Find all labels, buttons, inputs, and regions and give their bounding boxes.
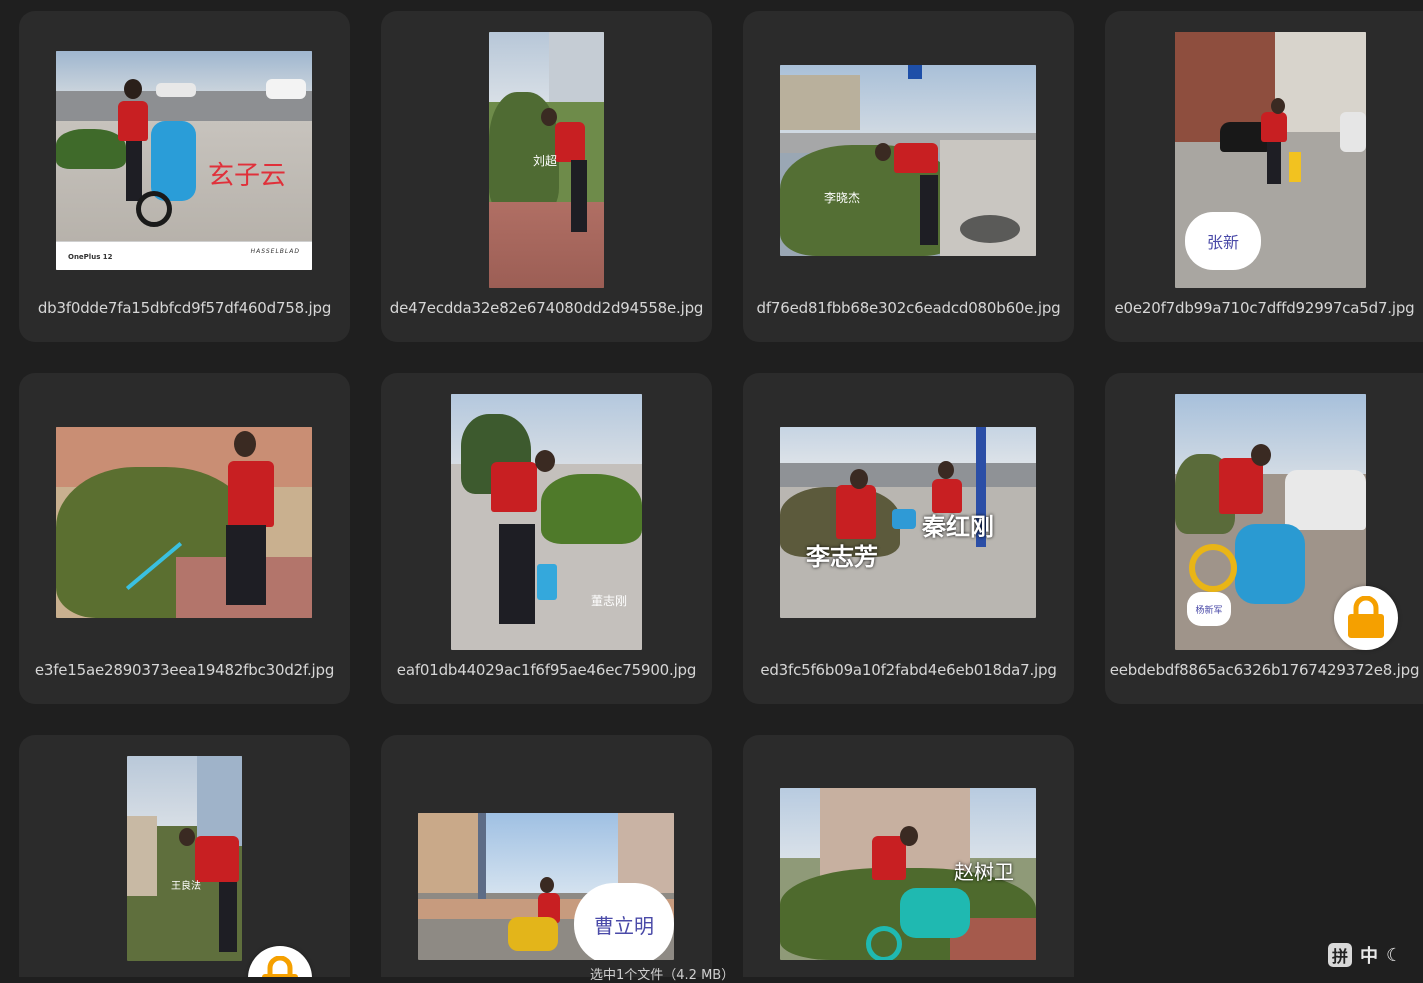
file-thumbnail — [56, 427, 312, 618]
file-card[interactable]: 秦红刚 李志芳 ed3fc5f6b09a10f2fabd4e6eb018da7.… — [743, 373, 1074, 704]
file-card[interactable]: 刘超 de47ecdda32e82e674080dd2d94558e.jpg — [381, 11, 712, 342]
file-name: df76ed81fbb68e302c6eadcd080b60e.jpg — [756, 299, 1061, 317]
photo-watermark-name: 刘超 — [533, 154, 558, 168]
camera-model-label: OnePlus 12 — [68, 253, 113, 261]
file-thumbnail: 玄子云 OnePlus 12 HASSELBLAD — [56, 51, 312, 270]
photo-watermark-name: 董志刚 — [591, 594, 628, 608]
file-name: db3f0dde7fa15dbfcd9f57df460d758.jpg — [37, 299, 332, 317]
file-name: e0e20f7db99a710c7dffd92997ca5d7.jpg — [1114, 299, 1415, 317]
lock-icon — [1348, 596, 1384, 638]
file-card[interactable]: 张新 e0e20f7db99a710c7dffd92997ca5d7.jpg — [1105, 11, 1423, 342]
file-card[interactable]: 李晓杰 df76ed81fbb68e302c6eadcd080b60e.jpg — [743, 11, 1074, 342]
file-card[interactable]: 曹立明 — [381, 735, 712, 977]
file-name: eaf01db44029ac1f6f95ae46ec75900.jpg — [396, 661, 697, 679]
photo-watermark-name: 赵树卫 — [954, 860, 1014, 884]
file-thumbnail: 董志刚 — [451, 394, 642, 650]
file-thumbnail: 李晓杰 — [780, 65, 1036, 256]
file-card[interactable]: 玄子云 OnePlus 12 HASSELBLAD db3f0dde7fa15d… — [19, 11, 350, 342]
file-thumbnail: 赵树卫 — [780, 788, 1036, 960]
lock-badge — [1334, 586, 1398, 650]
file-card[interactable]: 杨新军 eebdebdf8865ac6326b1767429372e8.jpg — [1105, 373, 1423, 704]
name-bubble: 曹立明 — [574, 883, 674, 960]
ime-mode-key[interactable]: 拼 — [1328, 943, 1352, 967]
file-thumbnail: 曹立明 — [418, 813, 674, 960]
file-thumbnail: 刘超 — [489, 32, 604, 288]
camera-brand-label: HASSELBLAD — [250, 248, 300, 255]
moon-icon[interactable]: ☾ — [1386, 945, 1402, 966]
file-card[interactable]: 董志刚 eaf01db44029ac1f6f95ae46ec75900.jpg — [381, 373, 712, 704]
file-card[interactable]: 赵树卫 — [743, 735, 1074, 977]
photo-watermark-name: 王良法 — [171, 881, 201, 892]
lock-badge-partial — [248, 946, 312, 977]
ime-language-toggle[interactable]: 中 — [1360, 942, 1378, 968]
lock-icon — [262, 956, 298, 977]
name-bubble: 杨新军 — [1187, 592, 1231, 626]
file-thumbnail: 秦红刚 李志芳 — [780, 427, 1036, 618]
file-name: e3fe15ae2890373eea19482fbc30d2f.jpg — [34, 661, 335, 679]
file-thumbnail: 张新 — [1175, 32, 1366, 288]
file-card[interactable]: e3fe15ae2890373eea19482fbc30d2f.jpg — [19, 373, 350, 704]
photo-watermark-name: 李晓杰 — [824, 191, 861, 205]
name-bubble: 张新 — [1185, 212, 1261, 270]
file-grid: 玄子云 OnePlus 12 HASSELBLAD db3f0dde7fa15d… — [0, 0, 1423, 977]
file-name: ed3fc5f6b09a10f2fabd4e6eb018da7.jpg — [760, 661, 1057, 679]
photo-watermark-name: 玄子云 — [208, 161, 287, 191]
file-card[interactable]: 王良法 — [19, 735, 350, 977]
file-name: de47ecdda32e82e674080dd2d94558e.jpg — [389, 299, 704, 317]
ime-toolbar[interactable]: 拼 中 ☾ — [1328, 941, 1402, 969]
selection-status: 选中1个文件（4.2 MB） — [590, 968, 735, 983]
file-thumbnail: 王良法 — [127, 756, 242, 961]
photo-watermark-name: 秦红刚 — [922, 513, 994, 541]
file-name: eebdebdf8865ac6326b1767429372e8.jpg — [1109, 661, 1420, 679]
photo-watermark-name: 李志芳 — [806, 543, 878, 571]
